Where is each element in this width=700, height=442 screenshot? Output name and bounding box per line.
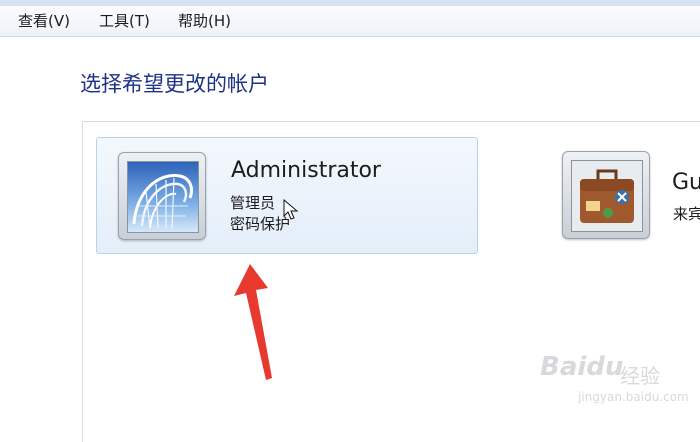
account-role: 管理员 bbox=[230, 194, 276, 212]
menu-tools[interactable]: 工具(T) bbox=[97, 11, 152, 31]
watermark-brand: Baidu bbox=[540, 352, 624, 382]
menu-help[interactable]: 帮助(H) bbox=[176, 11, 233, 31]
page-title: 选择希望更改的帐户 bbox=[80, 72, 269, 96]
account-role: 来宾 bbox=[673, 205, 700, 223]
baidu-watermark: Baidu 经验 jingyan.baidu.com bbox=[540, 344, 700, 414]
account-picture-frame bbox=[118, 152, 206, 240]
red-arrow-annotation-icon bbox=[234, 264, 272, 380]
account-picture-frame bbox=[562, 151, 650, 239]
menu-view[interactable]: 查看(V) bbox=[16, 11, 72, 31]
account-name: Administrator bbox=[231, 158, 381, 183]
account-administrator[interactable]: Administrator 管理员 密码保护 bbox=[96, 137, 478, 254]
menu-bar: 查看(V) 工具(T) 帮助(H) bbox=[0, 6, 700, 37]
watermark-cn: 经验 bbox=[620, 364, 660, 388]
watermark-url: jingyan.baidu.com bbox=[578, 390, 689, 404]
account-name: Gu bbox=[672, 170, 700, 195]
suitcase-picture bbox=[571, 160, 643, 232]
roller-coaster-picture bbox=[127, 161, 199, 233]
mouse-cursor-icon bbox=[283, 199, 299, 220]
account-guest[interactable]: Gu 来宾 bbox=[560, 137, 700, 252]
account-status: 密码保护 bbox=[230, 215, 291, 233]
